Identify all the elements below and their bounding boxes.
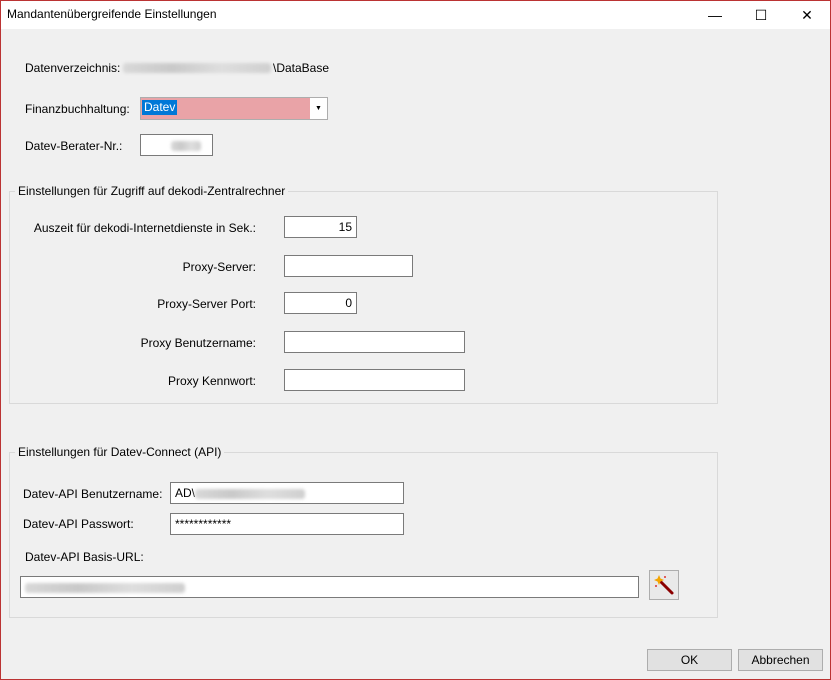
cancel-button[interactable]: Abbrechen <box>738 649 823 671</box>
magic-wand-icon-graphic <box>654 575 674 595</box>
timeout-field[interactable]: 15 <box>284 216 357 238</box>
berater-nr-field[interactable] <box>140 134 213 156</box>
api-url-label: Datev-API Basis-URL: <box>25 550 144 564</box>
dialog-window: Mandantenübergreifende Einstellungen — ☐… <box>0 0 831 680</box>
proxy-port-label: Proxy-Server Port: <box>157 297 256 311</box>
api-user-prefix: AD\ <box>175 486 196 500</box>
maximize-icon[interactable]: ☐ <box>738 1 784 29</box>
proxy-port-field[interactable]: 0 <box>284 292 357 314</box>
datenverzeichnis-label: Datenverzeichnis: <box>25 61 121 75</box>
finanzbuchhaltung-select[interactable]: Datev ▼ <box>140 97 328 120</box>
api-password-label: Datev-API Passwort: <box>23 517 134 531</box>
api-url-field[interactable] <box>20 576 639 598</box>
berater-nr-label: Datev-Berater-Nr.: <box>25 139 123 153</box>
proxy-user-field[interactable] <box>284 331 465 353</box>
ok-button[interactable]: OK <box>647 649 732 671</box>
datenverzeichnis-suffix: \DataBase <box>273 61 330 75</box>
timeout-label: Auszeit für dekodi-Internetdienste in Se… <box>33 221 256 235</box>
zentralrechner-group-title: Einstellungen für Zugriff auf dekodi-Zen… <box>15 184 289 198</box>
finanzbuchhaltung-label: Finanzbuchhaltung: <box>25 102 130 116</box>
magic-wand-icon[interactable] <box>649 570 679 600</box>
api-user-field[interactable]: AD\ <box>170 482 404 504</box>
proxy-server-label: Proxy-Server: <box>182 260 256 274</box>
api-user-label: Datev-API Benutzername: <box>23 487 163 501</box>
proxy-server-field[interactable] <box>284 255 413 277</box>
minimize-icon[interactable]: — <box>692 1 738 29</box>
api-password-field[interactable]: ************ <box>170 513 404 535</box>
title-bar: Mandantenübergreifende Einstellungen — ☐… <box>1 1 830 29</box>
proxy-password-label: Proxy Kennwort: <box>167 374 256 388</box>
finanzbuchhaltung-selected-value: Datev <box>142 100 178 115</box>
proxy-user-label: Proxy Benutzername: <box>140 336 256 350</box>
datev-api-group-title: Einstellungen für Datev-Connect (API) <box>15 445 225 459</box>
close-icon[interactable]: ✕ <box>784 1 830 29</box>
datenverzeichnis-path-redacted <box>123 59 273 75</box>
proxy-password-field[interactable] <box>284 369 465 391</box>
window-title: Mandantenübergreifende Einstellungen <box>7 7 217 21</box>
chevron-down-icon[interactable]: ▼ <box>310 98 327 119</box>
